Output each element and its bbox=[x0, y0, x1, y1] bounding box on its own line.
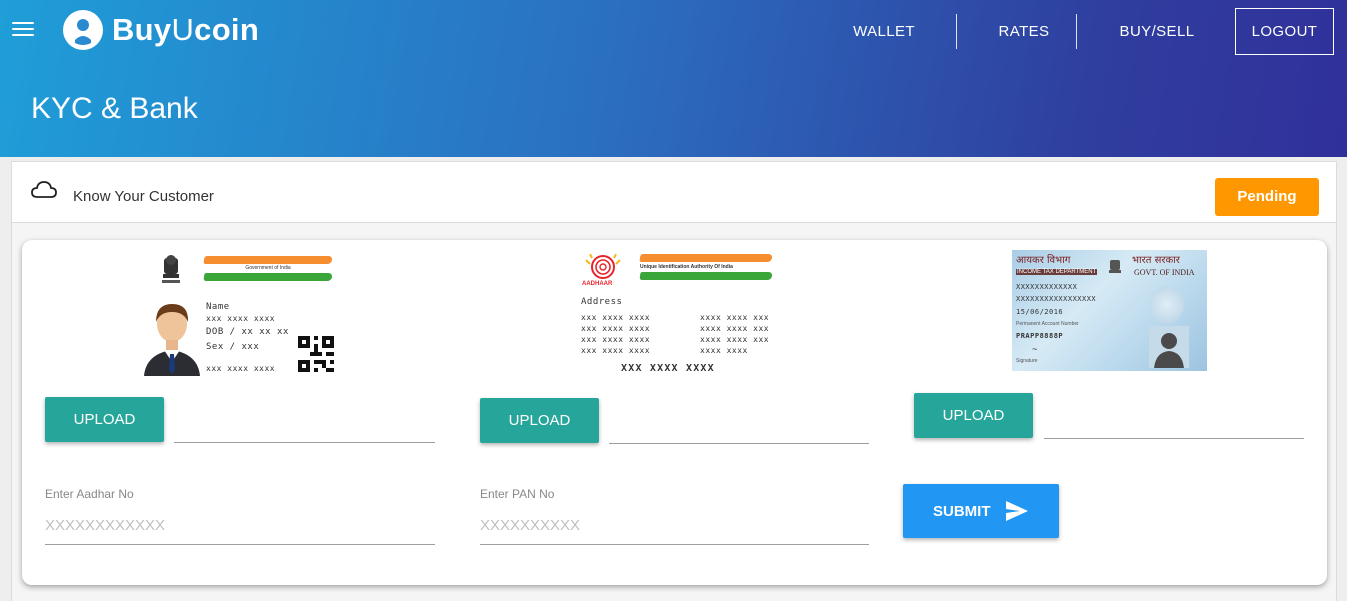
name-value: xxx xxxx xxxx bbox=[206, 314, 276, 323]
hologram bbox=[1150, 286, 1184, 324]
aadhar-number-input[interactable] bbox=[45, 512, 435, 545]
qr-code-icon bbox=[298, 336, 334, 372]
pan-field-label: Enter PAN No bbox=[480, 487, 555, 501]
aadhaar-logo-text: AADHAAR bbox=[582, 281, 613, 287]
kyc-header: Know Your Customer Pending bbox=[12, 162, 1336, 223]
pan-gov: GOVT. OF INDIA bbox=[1134, 268, 1195, 277]
brand-logo[interactable]: BuyUcoin bbox=[62, 9, 259, 51]
pan-number: PRAPP8888P bbox=[1016, 332, 1064, 340]
dob-text: DOB / xx xx xx bbox=[206, 327, 289, 337]
pan-file-path[interactable] bbox=[1044, 438, 1304, 439]
send-icon bbox=[1006, 501, 1028, 521]
upload-pan-button[interactable]: UPLOAD bbox=[914, 393, 1033, 438]
address-line: xxxx xxxx xxx bbox=[700, 335, 770, 344]
pan-dept: INCOME TAX DEPARTMENT bbox=[1016, 269, 1098, 275]
upload-aadhar-front-button[interactable]: UPLOAD bbox=[45, 397, 164, 442]
address-line: xxxx xxxx xxx bbox=[700, 313, 770, 322]
sex-text: Sex / xxx bbox=[206, 342, 260, 352]
submit-label: SUBMIT bbox=[933, 503, 991, 520]
nav-rates[interactable]: RATES bbox=[972, 14, 1076, 49]
pan-signature-scribble: ~ bbox=[1032, 344, 1038, 354]
address-column-right: xxxx xxxx xxx xxxx xxxx xxx xxxx xxxx xx… bbox=[700, 312, 769, 356]
aadhaar-logo-icon bbox=[585, 254, 621, 279]
aadhar-front-file-path[interactable] bbox=[174, 442, 435, 443]
emblem-icon bbox=[162, 255, 180, 283]
hamburger-menu-icon[interactable] bbox=[12, 22, 34, 40]
pan-dob: 15/06/2016 bbox=[1016, 308, 1064, 316]
address-line: xxx xxxx xxxx bbox=[581, 324, 651, 333]
tricolor-band: Unique Identification Authority Of India bbox=[639, 254, 773, 284]
aadhar-back-image: AADHAAR Unique Identification Authority … bbox=[578, 252, 778, 377]
cloud-icon bbox=[31, 181, 57, 198]
app-header: BuyUcoin WALLET RATES BUY/SELL LOGOUT KY… bbox=[0, 0, 1347, 157]
top-nav: WALLET RATES BUY/SELL LOGOUT bbox=[827, 0, 1347, 62]
pan-signature-label: Signature bbox=[1016, 358, 1038, 364]
pan-label: Permanent Account Number bbox=[1016, 321, 1079, 327]
tricolor-band: Government of India bbox=[203, 256, 333, 284]
address-label: Address bbox=[581, 297, 623, 307]
kyc-card: Government of India Name xxx xxxx xxxx D… bbox=[22, 240, 1327, 585]
pan-father-name: XXXXXXXXXXXXXXXXX bbox=[1016, 295, 1097, 303]
person-avatar-icon bbox=[144, 304, 200, 376]
aadhar-field-label: Enter Aadhar No bbox=[45, 487, 134, 501]
pan-name: XXXXXXXXXXXXX bbox=[1016, 283, 1078, 291]
address-column-left: xxx xxxx xxxx xxx xxxx xxxx xxx xxxx xxx… bbox=[581, 312, 650, 356]
nav-wallet[interactable]: WALLET bbox=[827, 14, 941, 49]
pan-number-input[interactable] bbox=[480, 512, 869, 545]
pan-card-image: आयकर विभाग भारत सरकार INCOME TAX DEPARTM… bbox=[1012, 250, 1207, 371]
nav-divider bbox=[956, 14, 957, 49]
status-badge: Pending bbox=[1215, 178, 1319, 216]
nav-divider bbox=[1076, 14, 1077, 49]
aadhar-front-image: Government of India Name xxx xxxx xxxx D… bbox=[142, 252, 337, 377]
address-line: xxx xxxx xxxx bbox=[581, 346, 651, 355]
photo-placeholder-icon bbox=[1149, 326, 1189, 368]
upload-aadhar-back-button[interactable]: UPLOAD bbox=[480, 398, 599, 443]
aadhar-number-text: xxx xxxx xxxx bbox=[206, 364, 276, 373]
name-label: Name bbox=[206, 302, 230, 312]
pan-gov-hindi: भारत सरकार bbox=[1132, 255, 1180, 266]
page-title: KYC & Bank bbox=[31, 92, 198, 125]
nav-buy-sell[interactable]: BUY/SELL bbox=[1097, 14, 1217, 49]
address-line: xxxx xxxx xxx bbox=[700, 324, 770, 333]
address-line: xxxx xxxx bbox=[700, 346, 748, 355]
kyc-label: Know Your Customer bbox=[73, 188, 214, 205]
uidai-text: Unique Identification Authority Of India bbox=[640, 262, 772, 272]
buyucoin-logo-icon bbox=[62, 9, 104, 51]
submit-button[interactable]: SUBMIT bbox=[903, 484, 1059, 538]
aadhar-back-file-path[interactable] bbox=[609, 443, 869, 444]
brand-name: BuyUcoin bbox=[112, 12, 260, 47]
aadhar-number-text: XXX XXXX XXXX bbox=[621, 363, 715, 374]
address-line: xxx xxxx xxxx bbox=[581, 335, 651, 344]
pan-dept-hindi: आयकर विभाग bbox=[1016, 255, 1071, 266]
logout-button[interactable]: LOGOUT bbox=[1235, 8, 1334, 55]
gov-of-india-text: Government of India bbox=[204, 264, 332, 273]
address-line: xxx xxxx xxxx bbox=[581, 313, 651, 322]
emblem-icon bbox=[1109, 260, 1121, 273]
